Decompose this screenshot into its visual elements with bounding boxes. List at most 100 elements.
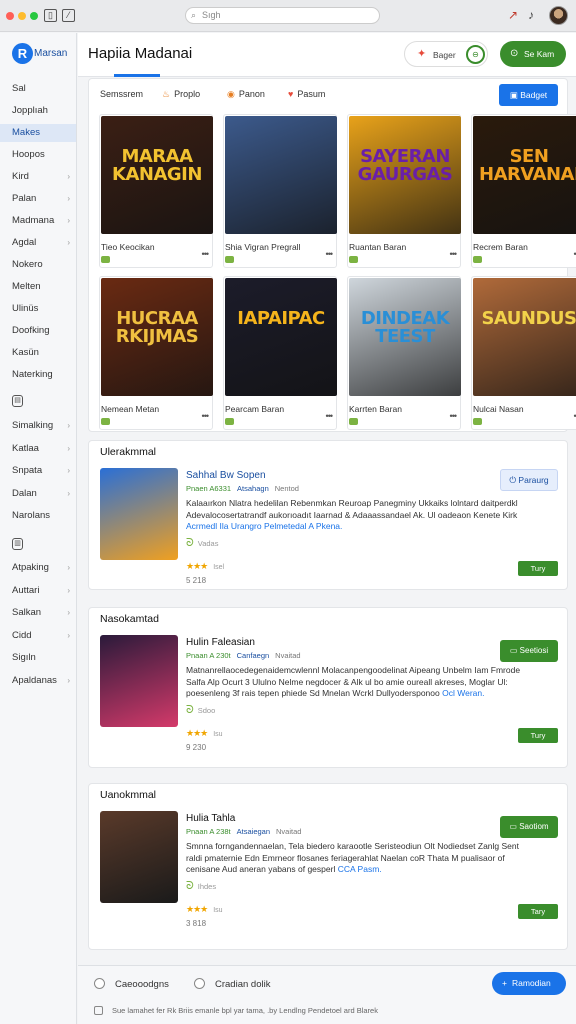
game-cover-image[interactable] bbox=[100, 635, 178, 727]
sidebar-item[interactable]: Kasün bbox=[0, 344, 76, 362]
sidebar-item[interactable]: Sal bbox=[0, 80, 76, 98]
game-tile[interactable]: IAPAIPAC Pearcam Baran ••• bbox=[223, 276, 337, 430]
action-button[interactable]: ▭ Saotiom bbox=[500, 816, 558, 838]
bell-icon[interactable]: ♪ bbox=[528, 8, 534, 22]
sidebar-item[interactable]: Cidd › bbox=[0, 627, 76, 645]
meta-category[interactable]: Atsaiegan bbox=[237, 827, 270, 836]
header-pill[interactable]: ✦ Bager ⊖ bbox=[404, 41, 488, 67]
filter-item[interactable]: Semssrem bbox=[100, 89, 143, 99]
sidebar-item[interactable]: Ulinüs bbox=[0, 300, 76, 318]
try-button[interactable]: Tary bbox=[518, 904, 558, 919]
sidebar-item[interactable]: Simalking › bbox=[0, 417, 76, 435]
search-icon: ⊙ bbox=[510, 48, 519, 59]
more-options-icon[interactable]: ••• bbox=[450, 411, 458, 421]
sidebar-item[interactable]: Apaldanas › bbox=[0, 672, 76, 690]
download-icon: ▭ bbox=[509, 646, 520, 655]
sidebar-item[interactable]: Naterking bbox=[0, 366, 76, 384]
sidebar-item[interactable]: Narolans bbox=[0, 507, 76, 525]
sidebar-item[interactable]: Snpata › bbox=[0, 462, 76, 480]
more-options-icon[interactable]: ••• bbox=[202, 249, 210, 259]
more-options-icon[interactable]: ••• bbox=[326, 249, 334, 259]
radio-button[interactable] bbox=[94, 978, 105, 989]
meta-category[interactable]: Canfaegn bbox=[237, 651, 270, 660]
sidebar-item[interactable]: Nokero bbox=[0, 256, 76, 274]
sidebar-item-label: Narolans bbox=[12, 510, 51, 521]
game-title[interactable]: Hulia Tahla bbox=[186, 813, 235, 824]
sidebar-item[interactable]: Salkan › bbox=[0, 604, 76, 622]
sidebar-item-label: Palan bbox=[12, 193, 37, 204]
footer-note: Sue lamahet fer Rk Briis emanle bpl yar … bbox=[112, 1006, 378, 1015]
filter-item[interactable]: ◉ Panon bbox=[227, 89, 265, 100]
sidebar-item[interactable]: Katlaa › bbox=[0, 440, 76, 458]
user-avatar[interactable] bbox=[549, 6, 568, 25]
heart-icon: ♥ bbox=[288, 89, 294, 99]
platform-badge-icon bbox=[101, 418, 110, 425]
ramodian-button[interactable]: + Ramodian bbox=[492, 972, 566, 995]
action-button[interactable]: ▭ Seetiosi bbox=[500, 640, 558, 662]
download-count: 3 818 bbox=[186, 919, 207, 928]
filter-item[interactable]: ♥ Pasum bbox=[288, 89, 325, 99]
close-window-dot[interactable] bbox=[6, 12, 14, 20]
game-tile[interactable]: HUCRAA RKIJMAS Nemean Metan ••• bbox=[99, 276, 213, 430]
chevron-right-icon: › bbox=[67, 630, 70, 640]
game-tile-name: Recrem Baran bbox=[473, 242, 528, 252]
maximize-window-dot[interactable] bbox=[30, 12, 38, 20]
sidebar-item[interactable]: Atpaking › bbox=[0, 559, 76, 577]
game-tile-name: Pearcam Baran bbox=[225, 404, 285, 414]
sidebar-item[interactable]: Doofking bbox=[0, 322, 76, 340]
description-link[interactable]: Ocl Weran. bbox=[442, 688, 484, 698]
checkbox[interactable] bbox=[94, 1006, 103, 1015]
sidebar-item[interactable]: Kird › bbox=[0, 168, 76, 186]
sidebar-toggle-icon[interactable]: ▯ bbox=[44, 9, 57, 22]
game-title[interactable]: Sahhal Bw Sopen bbox=[186, 470, 266, 481]
sidebar-item[interactable]: Agdal › bbox=[0, 234, 76, 252]
filter-item[interactable]: ♨ Proplo bbox=[162, 89, 200, 100]
game-tile-name: Ruantan Baran bbox=[349, 242, 407, 252]
toggle-icon[interactable]: ⊖ bbox=[466, 45, 485, 64]
game-tile-name: Nemean Metan bbox=[101, 404, 160, 414]
game-tile[interactable]: SEN HARVANANRecrem Baran••• bbox=[471, 114, 576, 268]
game-tile[interactable]: DINDEAK TEEST Karrten Baran ••• bbox=[347, 276, 461, 430]
more-options-icon[interactable]: ••• bbox=[326, 411, 334, 421]
description-link[interactable]: Acrmedl Ila Urangro Pelmetedal A Pkena. bbox=[186, 521, 342, 531]
sidebar-item[interactable]: Dalan › bbox=[0, 485, 76, 503]
game-tile[interactable]: SAUNDUSNulcai Nasan••• bbox=[471, 276, 576, 430]
sidebar-item[interactable]: Hoopos bbox=[0, 146, 76, 164]
circle-icon: ◉ bbox=[227, 89, 235, 99]
sidebar-item[interactable]: Melten bbox=[0, 278, 76, 296]
header-primary-button[interactable]: ⊙ Se Kam bbox=[500, 41, 566, 67]
try-button[interactable]: Tury bbox=[518, 561, 558, 576]
more-options-icon[interactable]: ••• bbox=[202, 411, 210, 421]
description-link[interactable]: CCA Pasm. bbox=[338, 864, 382, 874]
chevron-right-icon: › bbox=[67, 608, 70, 617]
sidebar-item[interactable]: Madmana › bbox=[0, 212, 76, 230]
sidebar-item[interactable]: Makes bbox=[0, 124, 76, 142]
search-field[interactable]: ⌕ Sıgh bbox=[185, 7, 380, 24]
radio-button[interactable] bbox=[194, 978, 205, 989]
minimize-window-dot[interactable] bbox=[18, 12, 26, 20]
controller-icon: ᘐ bbox=[186, 704, 194, 716]
badget-button[interactable]: ▣ Badget bbox=[499, 84, 558, 106]
sidebar-item[interactable]: Sigıln bbox=[0, 649, 76, 667]
paraurg-button[interactable]: ⏻ Paraurg bbox=[500, 469, 558, 491]
game-cover-image[interactable] bbox=[100, 468, 178, 560]
footer-option-label: Caeooodgns bbox=[115, 979, 169, 990]
sidebar-item[interactable]: Auttari › bbox=[0, 582, 76, 600]
sidebar-item-label: Atpaking bbox=[12, 562, 49, 573]
game-tile[interactable]: MARAA KANAGIN Tieo Keocikan ••• bbox=[99, 114, 213, 268]
game-cover-image[interactable] bbox=[100, 811, 178, 903]
notification-icon[interactable]: ↗ bbox=[508, 8, 518, 22]
sidebar-item[interactable]: Jopplıah bbox=[0, 102, 76, 120]
edit-icon[interactable]: ⁄ bbox=[62, 9, 75, 22]
platform-badge-icon bbox=[225, 256, 234, 263]
try-button[interactable]: Tury bbox=[518, 728, 558, 743]
game-title[interactable]: Hulin Faleasian bbox=[186, 637, 255, 648]
game-tile[interactable]: SAYERAN GAURGAS Ruantan Baran ••• bbox=[347, 114, 461, 268]
sidebar-item[interactable]: Palan › bbox=[0, 190, 76, 208]
plus-icon: + bbox=[502, 978, 507, 988]
more-options-icon[interactable]: ••• bbox=[450, 249, 458, 259]
sidebar-item-label: Ulinüs bbox=[12, 303, 39, 314]
cover-art-lettering: MARAA KANAGIN bbox=[112, 146, 202, 185]
game-tile[interactable]: Shia Vigran Pregrall ••• bbox=[223, 114, 337, 268]
meta-category[interactable]: Atsahagn bbox=[237, 484, 269, 493]
